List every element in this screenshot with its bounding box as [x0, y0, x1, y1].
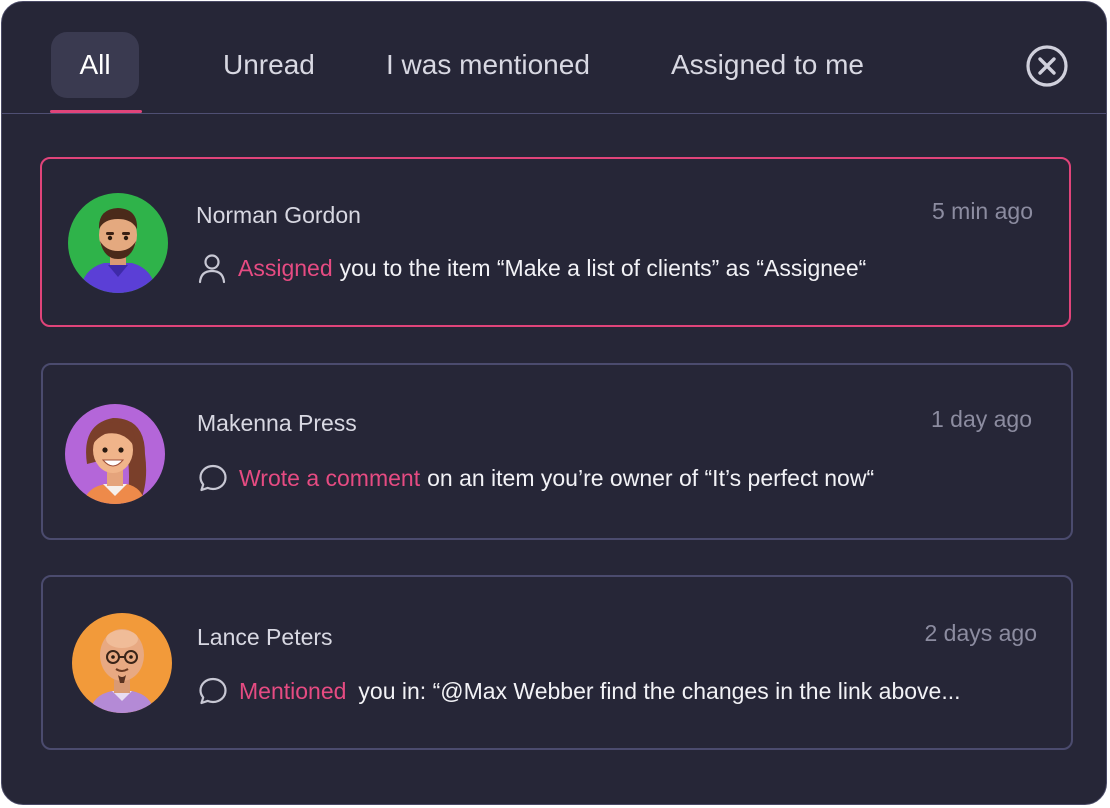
notification-message: Mentioned you in: “@Max Webber find the …	[197, 674, 961, 708]
sender-name: Makenna Press	[197, 410, 357, 436]
notifications-panel: All Unread I was mentioned Assigned to m…	[1, 1, 1107, 805]
close-button[interactable]	[1025, 44, 1069, 88]
comment-icon	[199, 464, 227, 492]
timestamp: 1 day ago	[930, 406, 1032, 432]
avatar	[68, 193, 168, 293]
tab-unread[interactable]: Unread	[223, 32, 315, 98]
notification-message: Assigned you to the item “Make a list of…	[196, 251, 866, 285]
action-link[interactable]: Assigned	[238, 255, 333, 282]
message-text: you to the item “Make a list of clients”…	[339, 254, 867, 281]
comment-icon	[199, 677, 227, 705]
timestamp: 5 min ago	[931, 198, 1033, 224]
notification-card[interactable]: Makenna Press 1 day ago Wrote a comment …	[41, 363, 1073, 540]
active-tab-indicator	[50, 110, 142, 113]
notification-card[interactable]: Lance Peters 2 days ago Mentioned you in…	[41, 575, 1073, 750]
sender-name: Norman Gordon	[196, 202, 361, 228]
timestamp: 2 days ago	[924, 620, 1037, 646]
avatar	[65, 404, 165, 504]
tab-i-was-mentioned[interactable]: I was mentioned	[386, 32, 590, 98]
avatar	[72, 613, 172, 713]
message-text: you in: “@Max Webber find the changes in…	[358, 677, 961, 704]
sender-name: Lance Peters	[197, 624, 333, 650]
user-icon	[198, 254, 226, 284]
notification-message: Wrote a comment on an item you’re owner …	[197, 461, 874, 495]
close-circle-icon	[1026, 45, 1068, 87]
message-text: on an item you’re owner of “It’s perfect…	[427, 464, 875, 491]
action-link[interactable]: Mentioned	[239, 678, 346, 705]
tab-assigned-to-me[interactable]: Assigned to me	[671, 32, 864, 98]
tab-all[interactable]: All	[51, 32, 139, 98]
tab-bar: All Unread I was mentioned Assigned to m…	[2, 2, 1106, 114]
notification-card[interactable]: Norman Gordon 5 min ago Assigned you to …	[40, 157, 1071, 327]
action-link[interactable]: Wrote a comment	[239, 465, 420, 492]
